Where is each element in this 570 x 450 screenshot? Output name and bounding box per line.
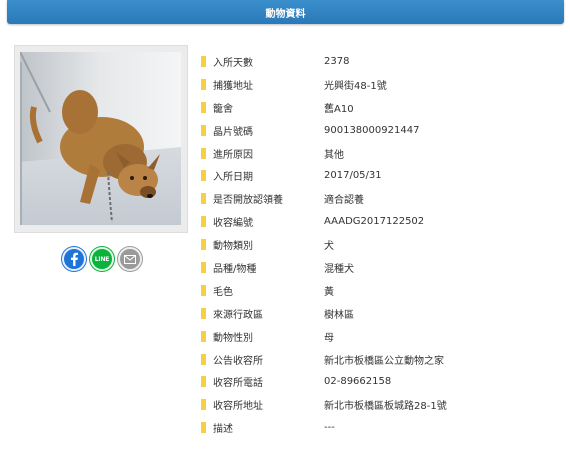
- field-label: 動物類別: [213, 241, 253, 253]
- row-marker: [201, 170, 206, 182]
- field-label: 收容所電話: [213, 378, 263, 390]
- field-value: 其他: [324, 149, 344, 161]
- row-marker: [201, 78, 206, 90]
- field-value: 新北市板橋區板城路28-1號: [324, 401, 447, 413]
- info-row: 入所天數 2378: [201, 50, 447, 73]
- animal-photo-card: [14, 45, 188, 233]
- field-value: 犬: [324, 241, 334, 253]
- field-label: 晶片號碼: [213, 126, 253, 138]
- field-label: 描述: [213, 424, 233, 436]
- row-marker: [201, 330, 206, 342]
- field-label: 收容所地址: [213, 401, 263, 413]
- info-row: 品種/物種 混種犬: [201, 256, 447, 279]
- info-row: 捕獲地址 光興街48-1號: [201, 73, 447, 96]
- row-marker: [201, 193, 206, 205]
- section-header: 動物資料: [7, 0, 564, 24]
- field-value: 黃: [324, 286, 334, 298]
- field-label: 動物性別: [213, 332, 253, 344]
- info-row: 收容所電話 02-89662158: [201, 370, 447, 393]
- field-label: 入所天數: [213, 57, 253, 69]
- field-value: 混種犬: [324, 263, 354, 275]
- field-label: 公告收容所: [213, 355, 263, 367]
- field-value: 2378: [324, 55, 350, 67]
- field-label: 品種/物種: [213, 263, 257, 275]
- section-title: 動物資料: [265, 8, 306, 20]
- field-label: 入所日期: [213, 172, 253, 184]
- row-marker: [201, 124, 206, 136]
- info-row: 收容編號 AAADG2017122502: [201, 210, 447, 233]
- info-row: 是否開放認領養 適合認養: [201, 187, 447, 210]
- info-row: 動物類別 犬: [201, 233, 447, 256]
- row-marker: [201, 216, 206, 228]
- field-value: 樹林區: [324, 309, 354, 321]
- row-marker: [201, 55, 206, 67]
- row-marker: [201, 284, 206, 296]
- animal-info-list: 入所天數 2378 捕獲地址 光興街48-1號籠舍 舊A10 晶片號碼 9001380009…: [201, 50, 447, 439]
- field-label: 籠舍: [213, 103, 233, 115]
- row-marker: [201, 239, 206, 251]
- field-value: ---: [324, 422, 335, 434]
- field-label: 捕獲地址: [213, 80, 253, 92]
- line-icon-text: LINE: [94, 255, 110, 263]
- info-row: 公告收容所 新北市板橋區公立動物之家: [201, 348, 447, 371]
- facebook-icon[interactable]: [62, 247, 86, 271]
- row-marker: [201, 101, 206, 113]
- row-marker: [201, 376, 206, 388]
- row-marker: [201, 147, 206, 159]
- row-marker: [201, 399, 206, 411]
- field-value: 2017/05/31: [324, 170, 382, 182]
- info-row: 動物性別 母: [201, 325, 447, 348]
- info-row: 毛色 黃: [201, 279, 447, 302]
- animal-photo: [20, 52, 181, 225]
- field-value: AAADG2017122502: [324, 216, 425, 228]
- field-label: 來源行政區: [213, 309, 263, 321]
- info-row: 入所日期 2017/05/31: [201, 164, 447, 187]
- row-marker: [201, 353, 206, 365]
- field-label: 毛色: [213, 286, 233, 298]
- row-marker: [201, 261, 206, 273]
- info-row: 進所原因 其他: [201, 142, 447, 165]
- field-value: 900138000921447: [324, 124, 420, 136]
- field-label: 收容編號: [213, 218, 253, 230]
- field-value: 母: [324, 332, 334, 344]
- info-row: 收容所地址 新北市板橋區板城路28-1號: [201, 393, 447, 416]
- row-marker: [201, 422, 206, 434]
- field-label: 進所原因: [213, 149, 253, 161]
- field-value: 光興街48-1號: [324, 80, 387, 92]
- info-row: 來源行政區 樹林區: [201, 302, 447, 325]
- field-label: 是否開放認領養: [213, 195, 283, 207]
- field-value: 舊A10: [324, 103, 354, 115]
- line-icon[interactable]: LINE: [90, 247, 114, 271]
- info-row: 描述 ---: [201, 416, 447, 439]
- info-row: 籠舍 舊A10: [201, 96, 447, 119]
- share-bar: LINE: [62, 247, 142, 271]
- info-row: 晶片號碼 900138000921447: [201, 119, 447, 142]
- field-value: 02-89662158: [324, 376, 392, 388]
- field-value: 新北市板橋區公立動物之家: [324, 355, 444, 367]
- field-value: 適合認養: [324, 195, 364, 207]
- row-marker: [201, 307, 206, 319]
- mail-icon[interactable]: [118, 247, 142, 271]
